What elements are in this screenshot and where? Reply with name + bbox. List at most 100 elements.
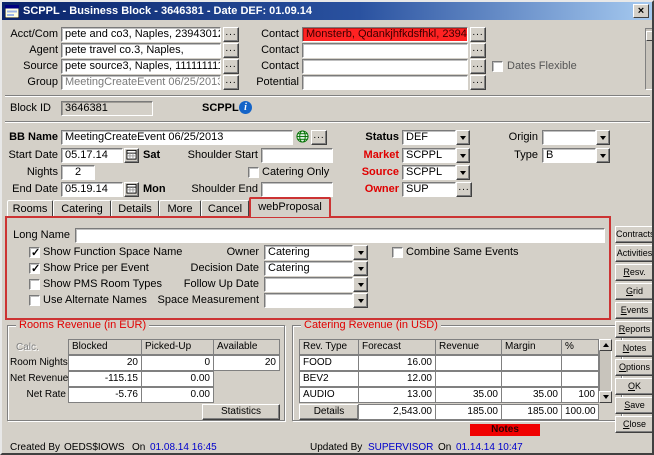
bb-name-field[interactable]: MeetingCreateEvent 06/25/2013 [61,130,293,145]
type-dropdown-button[interactable] [596,148,610,163]
resv-button[interactable]: Resv. [615,264,654,281]
catering-row-food-pct[interactable] [561,355,599,371]
globe-icon[interactable] [296,130,309,148]
owner-field[interactable]: SUP [402,182,456,197]
catering-only-checkbox[interactable] [248,167,259,178]
room-nights-picked-cell: 0 [141,355,214,371]
origin-dropdown-button[interactable] [596,130,610,145]
events-button[interactable]: Events [615,302,654,319]
tab-details[interactable]: Details [111,200,159,217]
catering-row-bev2-margin[interactable] [501,371,562,387]
end-date-field[interactable]: 05.19.14 [61,182,123,197]
shoulder-start-label: Shoulder Start [160,148,258,163]
catering-row-food-type[interactable]: FOOD [299,355,359,371]
dates-flexible-checkbox[interactable] [492,61,503,72]
bb-source-dropdown-button[interactable] [456,165,470,180]
contracts-button[interactable]: Contracts [615,226,654,243]
acct-com-lookup-button[interactable]: ... [223,27,239,42]
catering-row-food-revenue[interactable] [435,355,502,371]
contact3-field[interactable] [302,59,468,74]
tab-rooms[interactable]: Rooms [7,200,53,217]
group-label: Group [4,75,58,90]
market-dropdown-button[interactable] [456,148,470,163]
start-dow-label: Sat [143,148,160,163]
contact2-field[interactable] [302,43,468,58]
contact3-lookup-button[interactable]: ... [470,59,486,74]
revenue-column-header: Revenue [435,339,502,355]
potential-field[interactable] [302,75,468,90]
type-field[interactable]: B [542,148,596,163]
catering-row-audio-pct[interactable]: 100 [561,387,599,403]
market-field[interactable]: SCPPL [402,148,456,163]
catering-row-bev2-revenue[interactable] [435,371,502,387]
tab-catering[interactable]: Catering [53,200,111,217]
bb-name-lookup-button[interactable]: ... [311,130,327,145]
right-scrollbar[interactable] [645,28,654,90]
catering-row-audio-revenue[interactable]: 35.00 [435,387,502,403]
start-date-calendar-button[interactable] [124,148,139,163]
origin-field[interactable] [542,130,596,145]
scroll-down-button[interactable] [599,391,612,403]
scroll-up-button[interactable] [599,339,612,351]
contact1-field[interactable]: Monsterb, Qdankjhfkdsfhkl, 2394301935 [302,27,468,42]
agent-lookup-button[interactable]: ... [223,43,239,58]
tab-webproposal[interactable]: webProposal [249,197,331,217]
catering-row-food-forecast[interactable]: 16.00 [358,355,436,371]
tab-cancel[interactable]: Cancel [201,200,249,217]
catering-row-food-margin[interactable] [501,355,562,371]
source-company-field[interactable]: pete source3, Naples, 1111111111 [61,59,221,74]
details-button[interactable]: Details [299,404,359,420]
notes-banner[interactable]: Notes [470,424,540,436]
ok-button[interactable]: OK [615,378,654,395]
arrow-up-icon [603,343,609,347]
created-on-value: 01.08.14 16:45 [150,441,217,455]
forecast-column-header: Forecast [358,339,436,355]
grid-button[interactable]: Grid [615,283,654,300]
catering-row-bev2-type[interactable]: BEV2 [299,371,359,387]
right-scrollbar-thumb[interactable] [646,31,653,41]
net-revenue-picked-cell: 0.00 [141,371,214,387]
net-revenue-blocked-cell: -115.15 [68,371,142,387]
blocked-column-header: Blocked [68,339,142,355]
acct-com-field[interactable]: pete and co3, Naples, 2394301212 [61,27,221,42]
calc-button[interactable]: Calc. [16,342,39,353]
save-button[interactable]: Save [615,397,654,414]
nights-field[interactable]: 2 [61,165,95,180]
catering-row-audio-forecast[interactable]: 13.00 [358,387,436,403]
options-button[interactable]: Options [615,359,654,376]
block-id-field: 3646381 [61,101,153,116]
catering-row-audio-margin[interactable]: 35.00 [501,387,562,403]
titlebar-close-button[interactable]: × [633,4,649,18]
bb-name-label: BB Name [4,130,58,145]
acct-com-label: Acct/Com [4,27,58,42]
catering-row-audio-type[interactable]: AUDIO [299,387,359,403]
group-lookup-button[interactable]: ... [223,75,239,90]
potential-lookup-button[interactable]: ... [470,75,486,90]
shoulder-end-field[interactable] [261,182,333,197]
catering-row-bev2-forecast[interactable]: 12.00 [358,371,436,387]
reports-button[interactable]: Reports [615,321,654,338]
activities-button[interactable]: Activities [615,245,654,262]
catering-grid-scrollbar[interactable] [599,339,612,403]
bb-source-field[interactable]: SCPPL [402,165,456,180]
net-revenue-row-label: Net Revenue [10,371,66,387]
agent-field[interactable]: pete travel co.3, Naples, [61,43,221,58]
group-field[interactable]: MeetingCreateEvent 06/25/2013 [61,75,221,90]
info-icon[interactable]: i [239,101,252,114]
shoulder-start-field[interactable] [261,148,333,163]
close-button[interactable]: Close [615,416,654,433]
notes-button[interactable]: Notes [615,340,654,357]
status-field[interactable]: DEF [402,130,456,145]
owner-lookup-button[interactable]: ... [456,182,472,197]
contact2-lookup-button[interactable]: ... [470,43,486,58]
contact1-lookup-button[interactable]: ... [470,27,486,42]
window-title: SCPPL - Business Block - 3646381 - Date … [23,5,312,17]
source-company-lookup-button[interactable]: ... [223,59,239,74]
tab-more[interactable]: More [159,200,201,217]
start-date-field[interactable]: 05.17.14 [61,148,123,163]
status-dropdown-button[interactable] [456,130,470,145]
statistics-button[interactable]: Statistics [202,404,280,420]
catering-row-bev2-pct[interactable] [561,371,599,387]
room-nights-blocked-cell: 20 [68,355,142,371]
end-date-calendar-button[interactable] [124,182,139,197]
